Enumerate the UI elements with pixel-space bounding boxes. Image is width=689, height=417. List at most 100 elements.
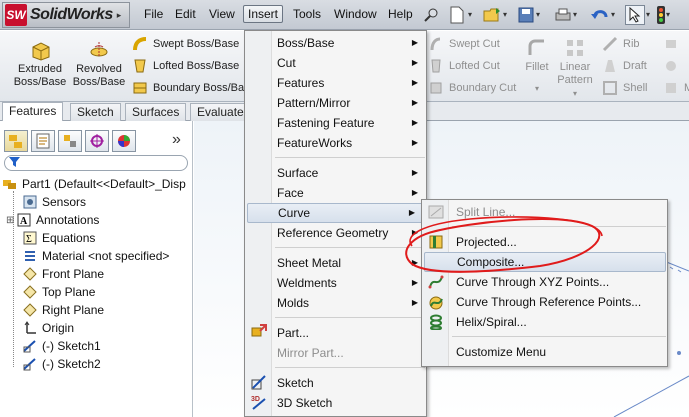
- menu-item-customize-menu[interactable]: Customize Menu: [452, 342, 666, 362]
- tree-item-annotations[interactable]: ⊞ A Annotations: [6, 211, 99, 229]
- menu-file[interactable]: File: [140, 6, 167, 22]
- lofted-boss-base-button[interactable]: Lofted Boss/Base: [132, 57, 239, 75]
- tree-item-sketch1[interactable]: (-) Sketch1: [22, 337, 101, 355]
- chevron-down-icon[interactable]: ▾: [555, 87, 595, 100]
- more-feature-button[interactable]: M: [663, 79, 689, 97]
- menu-item-boss-base[interactable]: Boss/Base ▶: [273, 33, 426, 53]
- revolved-boss-base-button[interactable]: Revolved Boss/Base: [72, 39, 126, 89]
- chevron-down-icon[interactable]: ▾: [611, 10, 615, 19]
- menu-item-cut[interactable]: Cut ▶: [273, 53, 426, 73]
- property-manager-icon[interactable]: [31, 130, 55, 152]
- tree-item-label: Annotations: [36, 213, 100, 227]
- tree-item-sensors[interactable]: Sensors: [22, 193, 86, 211]
- chevron-down-icon[interactable]: ▾: [646, 10, 650, 19]
- menu-item-reference-geometry[interactable]: Reference Geometry ▶: [273, 223, 426, 243]
- shell-button[interactable]: Shell: [602, 79, 647, 97]
- select-arrow-icon[interactable]: [625, 5, 645, 25]
- menu-item-helix-spiral[interactable]: Helix/Spiral...: [452, 312, 666, 332]
- menu-view[interactable]: View: [205, 6, 239, 22]
- solidworks-logo-button[interactable]: SW SolidWorks ▸: [2, 2, 130, 28]
- menu-tools[interactable]: Tools: [289, 6, 325, 22]
- boundary-cut-button[interactable]: Boundary Cut: [428, 79, 516, 97]
- chevron-down-icon[interactable]: ▾: [536, 10, 540, 19]
- menu-item-composite[interactable]: Composite...: [424, 252, 666, 272]
- menu-item-3d-sketch[interactable]: 3D Sketch: [273, 393, 426, 413]
- dimxpert-manager-icon[interactable]: [85, 130, 109, 152]
- menu-item-pattern-mirror[interactable]: Pattern/Mirror ▶: [273, 93, 426, 113]
- menu-item-weldments[interactable]: Weldments ▶: [273, 273, 426, 293]
- origin-icon: [22, 320, 38, 336]
- feature-tree-filter-input[interactable]: [4, 155, 188, 171]
- tab-surfaces[interactable]: Surfaces: [125, 103, 187, 121]
- menu-item-sketch[interactable]: Sketch: [273, 373, 426, 393]
- tree-item-equations[interactable]: Σ Equations: [22, 229, 95, 247]
- swept-boss-base-button[interactable]: Swept Boss/Base: [132, 35, 239, 53]
- submenu-arrow-icon: ▶: [411, 78, 418, 87]
- print-icon[interactable]: [553, 5, 573, 25]
- menu-item-part[interactable]: Part...: [273, 323, 426, 343]
- menu-item-featureworks[interactable]: FeatureWorks ▶: [273, 133, 426, 153]
- chevron-right-icon: ▸: [116, 9, 122, 20]
- new-document-icon[interactable]: [447, 5, 467, 25]
- draft-button[interactable]: Draft: [602, 57, 647, 75]
- lofted-cut-button[interactable]: Lofted Cut: [428, 57, 500, 75]
- expand-panel-icon[interactable]: »: [172, 131, 181, 149]
- tree-item-right-plane[interactable]: Right Plane: [22, 301, 104, 319]
- tree-item-top-plane[interactable]: Top Plane: [22, 283, 95, 301]
- menu-item-fastening-feature[interactable]: Fastening Feature ▶: [273, 113, 426, 133]
- undo-icon[interactable]: [590, 5, 610, 25]
- more-feature-button-3[interactable]: [663, 35, 684, 53]
- submenu-arrow-icon: ▶: [411, 138, 418, 147]
- menu-edit[interactable]: Edit: [171, 6, 200, 22]
- boundary-boss-base-button[interactable]: Boundary Boss/Ba: [132, 79, 244, 97]
- menu-item-curve-through-reference-points[interactable]: Curve Through Reference Points...: [452, 292, 666, 312]
- chevron-down-icon[interactable]: ▾: [666, 10, 670, 19]
- chevron-down-icon[interactable]: ▾: [468, 10, 472, 19]
- menu-item-mirror-part[interactable]: Mirror Part...: [273, 343, 426, 363]
- boundary-icon: [132, 80, 148, 96]
- svg-text:Σ: Σ: [26, 234, 32, 245]
- extruded-boss-base-button[interactable]: Extruded Boss/Base: [10, 39, 70, 89]
- filter-funnel-icon: [9, 156, 20, 171]
- menu-window[interactable]: Window: [330, 6, 381, 22]
- display-manager-icon[interactable]: [112, 130, 136, 152]
- menu-item-face[interactable]: Face ▶: [273, 183, 426, 203]
- menu-item-molds[interactable]: Molds ▶: [273, 293, 426, 313]
- tree-item-front-plane[interactable]: Front Plane: [22, 265, 104, 283]
- annotations-icon: A: [16, 212, 32, 228]
- menu-insert[interactable]: Insert: [243, 5, 284, 23]
- menu-item-split-line[interactable]: Split Line...: [452, 202, 666, 222]
- tree-item-origin[interactable]: Origin: [22, 319, 74, 337]
- insert-menu-dropdown: Boss/Base ▶ Cut ▶ Features ▶ Pattern/Mirror…: [244, 30, 427, 417]
- pin-icon[interactable]: [421, 5, 441, 25]
- tree-root-part[interactable]: Part1 (Default<<Default>_Disp: [2, 175, 186, 193]
- menu-item-features[interactable]: Features ▶: [273, 73, 426, 93]
- rib-button[interactable]: Rib: [602, 35, 640, 53]
- tree-item-sketch2[interactable]: (-) Sketch2: [22, 355, 101, 373]
- save-icon[interactable]: [516, 5, 536, 25]
- menu-item-sheet-metal[interactable]: Sheet Metal ▶: [273, 253, 426, 273]
- menu-item-surface[interactable]: Surface ▶: [273, 163, 426, 183]
- open-folder-icon[interactable]: [482, 5, 502, 25]
- menu-item-projected[interactable]: Projected...: [452, 232, 666, 252]
- swept-cut-button[interactable]: Swept Cut: [428, 35, 500, 53]
- menu-separator: [275, 367, 425, 368]
- more-feature-button-2[interactable]: [663, 57, 684, 75]
- menu-item-curve[interactable]: Curve ▶: [247, 203, 424, 223]
- tab-sketch[interactable]: Sketch: [70, 103, 121, 121]
- expand-plus-icon[interactable]: ⊞: [6, 215, 16, 226]
- chevron-down-icon[interactable]: ▾: [522, 82, 552, 95]
- button-label: Lofted Boss/Base: [153, 60, 240, 72]
- menu-help[interactable]: Help: [384, 6, 417, 22]
- linear-pattern-button[interactable]: Linear Pattern ▾: [555, 37, 595, 100]
- tree-item-material[interactable]: Material <not specified>: [22, 247, 169, 265]
- tab-features[interactable]: Features: [2, 102, 64, 122]
- menu-item-curve-through-xyz-points[interactable]: Curve Through XYZ Points...: [452, 272, 666, 292]
- chevron-down-icon[interactable]: ▾: [573, 10, 577, 19]
- tab-evaluate[interactable]: Evaluate: [190, 103, 251, 121]
- chevron-down-icon[interactable]: ▾: [503, 10, 507, 19]
- feature-manager-tree-icon[interactable]: [4, 130, 28, 152]
- submenu-arrow-icon: ▶: [411, 58, 418, 67]
- fillet-button[interactable]: Fillet ▾: [522, 37, 552, 95]
- configuration-manager-icon[interactable]: [58, 130, 82, 152]
